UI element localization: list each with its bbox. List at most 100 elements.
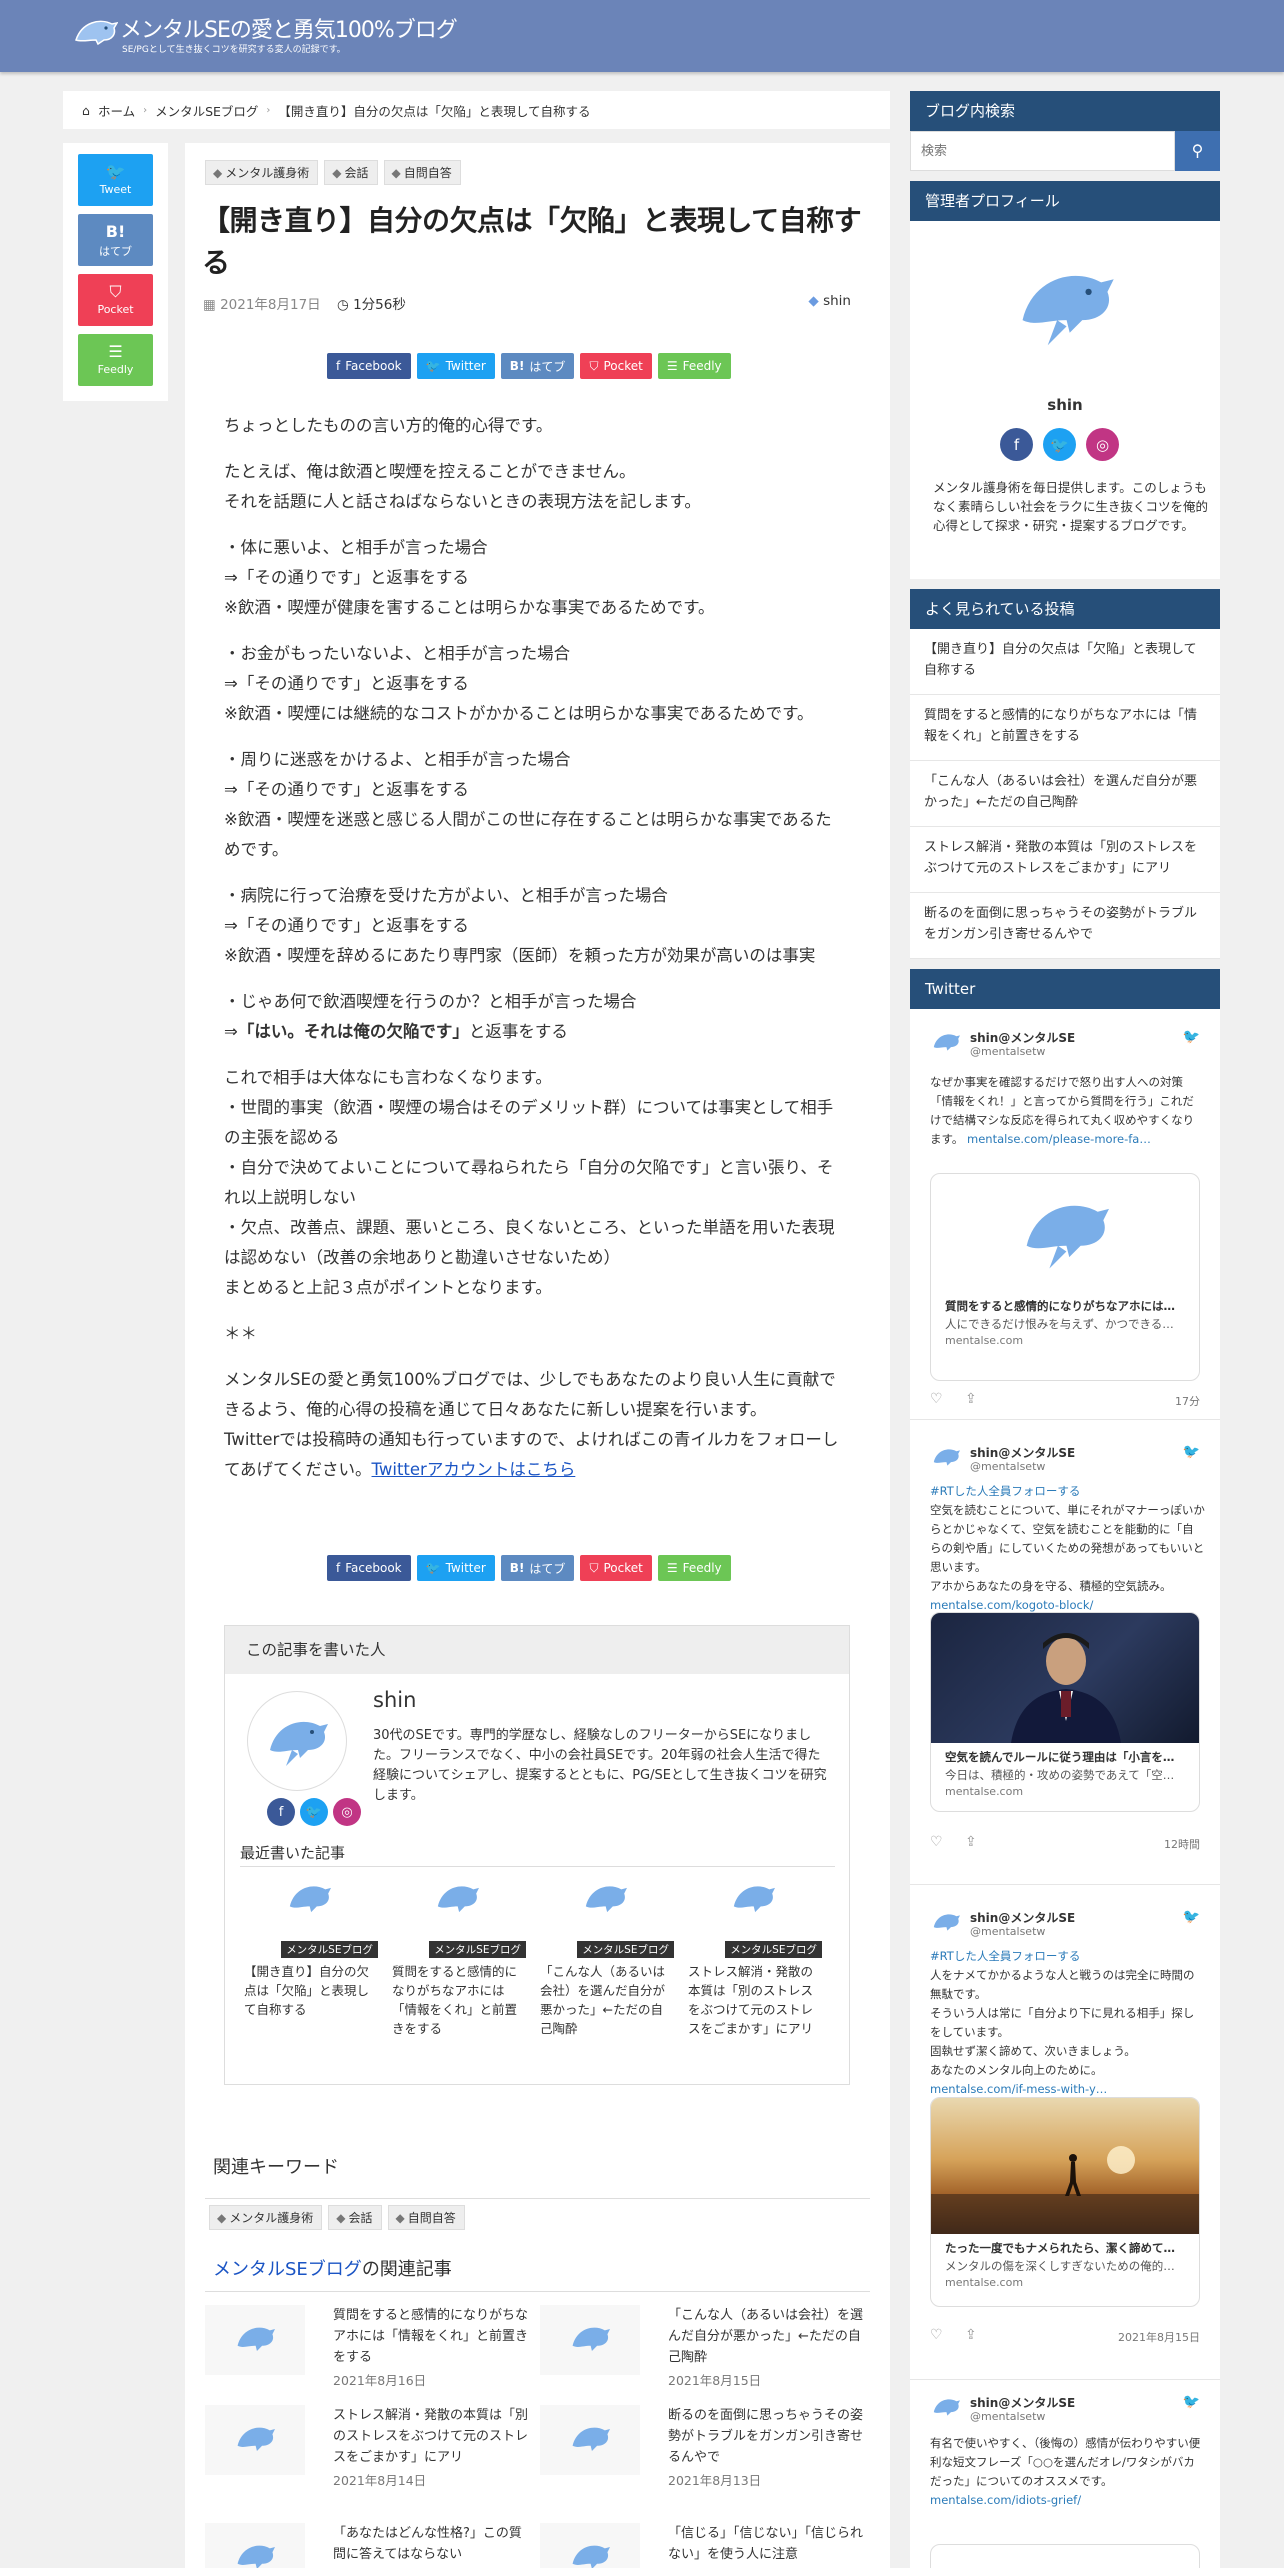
recent-articles-heading: 最近書いた記事: [240, 1844, 346, 1862]
twitter-icon[interactable]: 🐦: [300, 1798, 328, 1826]
twitter-account-link[interactable]: Twitterアカウントはこちら: [372, 1460, 576, 1479]
tweet-text: #RTした人全員フォローする 空気を読むことについて、単にそれがマナーっぽいから…: [930, 1484, 1205, 1612]
like-icon[interactable]: ♡: [930, 1391, 943, 1407]
article-author[interactable]: ◆ shin: [808, 293, 851, 309]
facebook-icon[interactable]: f: [1000, 428, 1033, 461]
popular-post-link[interactable]: ストレス解消・発散の本質は「別のストレスをぶつけて元のストレスをごまかす」にアリ: [910, 827, 1220, 893]
site-subtitle: SE/PGとして生き抜くコツを研究する変人の記録です。: [122, 45, 346, 55]
tweet-author-name[interactable]: shin@メンタルSE: [970, 1029, 1075, 1046]
instagram-icon[interactable]: ◎: [333, 1798, 361, 1826]
share-icon[interactable]: ⇪: [965, 1834, 977, 1850]
breadcrumb-home[interactable]: ホーム: [98, 101, 135, 120]
recent-article-item[interactable]: メンタルSEブログ 【開き直り】自分の欠点は「欠陥」と表現して自称する: [240, 1878, 378, 2021]
tweet-link[interactable]: mentalse.com/idiots-grief/: [930, 2493, 1081, 2507]
article-date: 2021年8月17日: [220, 297, 321, 313]
tweet-link[interactable]: mentalse.com/kogoto-block/: [930, 1598, 1093, 1612]
tweet[interactable]: shin@メンタルSE @mentalsetw 🐦 #RTした人全員フォローする…: [910, 1444, 1220, 1864]
feedly-share-button[interactable]: ☰ Feedly: [78, 334, 153, 386]
twitter-share-button[interactable]: 🐦 Twitter: [416, 1555, 495, 1581]
category-tag[interactable]: ◆ 自問自答: [383, 160, 461, 185]
tweet-time[interactable]: 2021年8月15日: [1118, 2329, 1200, 2345]
keyword-tag[interactable]: ◆ 自問自答: [387, 2205, 465, 2230]
facebook-icon[interactable]: f: [267, 1798, 295, 1826]
paragraph: ・体に悪いよ、と相手が言った場合 ⇒「その通りです」と返事をする ※飲酒・喫煙が健康…: [224, 538, 715, 617]
twitter-share-button[interactable]: 🐦 Twitter: [416, 353, 495, 379]
link-card[interactable]: 空気を読んでルールに従う理由は「小言を… 今日は、積極的・攻めの姿勢であえて「空…: [930, 1612, 1200, 1812]
recent-article-item[interactable]: メンタルSEブログ ストレス解消・発散の本質は「別のストレスをぶつけて元のストレ…: [684, 1878, 822, 2040]
like-icon[interactable]: ♡: [930, 2327, 943, 2343]
search-button[interactable]: ⚲: [1175, 131, 1220, 171]
category-tag[interactable]: ◆ 会話: [324, 160, 378, 185]
card-image: [931, 2098, 1199, 2234]
pocket-share-button[interactable]: ⛉ Pocket: [580, 1555, 652, 1581]
dolphin-icon: [237, 2545, 275, 2568]
instagram-icon[interactable]: ◎: [1086, 428, 1119, 461]
breadcrumb-category[interactable]: メンタルSEブログ: [155, 101, 258, 120]
popular-posts-widget: よく見られている投稿 【開き直り】自分の欠点は「欠陥」と表現して自称する 質問を…: [910, 589, 1220, 959]
dolphin-icon: [237, 2327, 275, 2351]
keyword-tag[interactable]: ◆ メンタル護身術: [209, 2205, 323, 2230]
feedly-share-button[interactable]: ☰ Feedly: [657, 353, 731, 379]
site-title[interactable]: メンタルSEの愛と勇気100%ブログ: [120, 12, 458, 44]
popular-post-link[interactable]: 「こんな人（あるいは会社）を選んだ自分が悪かった」←ただの自己陶酔: [910, 761, 1220, 827]
dolphin-icon: [572, 2427, 610, 2451]
article-meta: ▦ 2021年8月17日 ◷ 1分56秒 ◆ shin: [203, 293, 869, 313]
category-tag[interactable]: ◆ メンタル護身術: [205, 160, 319, 185]
card-url: mentalse.com: [945, 1334, 1024, 1347]
like-icon[interactable]: ♡: [930, 1834, 943, 1850]
related-category-link[interactable]: メンタルSEブログ: [213, 2259, 362, 2280]
facebook-share-button[interactable]: f Facebook: [327, 1555, 411, 1581]
feedly-share-button[interactable]: ☰ Feedly: [657, 1555, 731, 1581]
related-title: 「こんな人（あるいは会社）を選んだ自分が悪かった」←ただの自己陶酔: [668, 2308, 864, 2365]
author-name[interactable]: shin: [373, 1688, 416, 1712]
tweet-link[interactable]: mentalse.com/if-mess-with-y…: [930, 2082, 1107, 2096]
dolphin-icon: [1022, 275, 1114, 346]
recent-article-item[interactable]: メンタルSEブログ 「こんな人（あるいは会社）を選んだ自分が悪かった」←ただの自…: [536, 1878, 674, 2040]
popular-post-link[interactable]: 断るのを面倒に思っちゃうその姿勢がトラブルをガンガン引き寄せるんやで: [910, 893, 1220, 959]
tweet[interactable]: shin@メンタルSE @mentalsetw 🐦 なぜか事実を確認するだけで怒…: [910, 1029, 1220, 1409]
twitter-icon[interactable]: 🐦: [1043, 428, 1076, 461]
tweet-author-name[interactable]: shin@メンタルSE: [970, 1444, 1075, 1461]
pocket-share-button[interactable]: ⛉ Pocket: [580, 353, 652, 379]
tweet-author-name[interactable]: shin@メンタルSE: [970, 1909, 1075, 1926]
hatena-share-button[interactable]: B! はてブ: [500, 1555, 575, 1581]
tweet[interactable]: shin@メンタルSE @mentalsetw 🐦 #RTした人全員フォローする…: [910, 1909, 1220, 2349]
recent-article-title: 【開き直り】自分の欠点は「欠陥」と表現して自称する: [244, 1964, 370, 2017]
tweet-time[interactable]: 17分: [1175, 1393, 1200, 1409]
tweet-handle: @mentalsetw: [970, 2410, 1046, 2423]
search-input[interactable]: [910, 131, 1175, 171]
tweet-share-button[interactable]: 🐦 Tweet: [78, 154, 153, 206]
tweet-author-name[interactable]: shin@メンタルSE: [970, 2394, 1075, 2411]
hashtag-link[interactable]: #RTした人全員フォローする: [930, 1484, 1080, 1498]
divider: [910, 1419, 1220, 1420]
related-title: 断るのを面倒に思っちゃうその姿勢がトラブルをガンガン引き寄せるんやで: [668, 2408, 864, 2465]
hatena-share-button[interactable]: B! はてブ: [500, 353, 575, 379]
pocket-share-button[interactable]: ⛉ Pocket: [78, 274, 153, 326]
profile-avatar[interactable]: [1010, 256, 1120, 360]
recent-article-item[interactable]: メンタルSEブログ 質問をすると感情的になりがちなアホには「情報をくれ」と前置き…: [388, 1878, 526, 2040]
share-icon[interactable]: ⇪: [965, 1391, 977, 1407]
dolphin-icon: [237, 2427, 275, 2451]
paragraph: ・じゃあ何で飲酒喫煙を行うのか？と相手が言った場合 ⇒「はい。それは俺の欠陥です」…: [224, 992, 637, 1041]
tweet-link[interactable]: mentalse.com/please-more-fa…: [967, 1132, 1151, 1146]
dolphin-logo-icon[interactable]: [72, 14, 118, 52]
popular-post-link[interactable]: 質問をすると感情的になりがちなアホには「情報をくれ」と前置きをする: [910, 695, 1220, 761]
hashtag-link[interactable]: #RTした人全員フォローする: [930, 1949, 1080, 1963]
tweet-time[interactable]: 12時間: [1164, 1836, 1200, 1852]
author-avatar[interactable]: [247, 1691, 347, 1791]
paragraph: ・お金がもったいないよ、と相手が言った場合 ⇒「その通りです」と返事をする ※飲酒・…: [224, 644, 814, 723]
facebook-share-button[interactable]: f Facebook: [327, 353, 411, 379]
paragraph: ・病院に行って治療を受けた方がよい、と相手が言った場合 ⇒「その通りです」と返事を…: [224, 886, 816, 965]
vertical-share-bar: 🐦 Tweet B! はてブ ⛉ Pocket ☰ Feedly: [63, 143, 168, 401]
link-card[interactable]: たった一度でもナメられたら、潔く諦めて… メンタルの傷を深くしすぎないための俺的…: [930, 2097, 1200, 2307]
keyword-tag[interactable]: ◆ 会話: [328, 2205, 382, 2230]
hatena-share-button[interactable]: B! はてブ: [78, 214, 153, 266]
link-card[interactable]: [930, 2544, 1200, 2568]
pocket-icon: ⛉: [109, 282, 122, 301]
share-icon[interactable]: ⇪: [965, 2327, 977, 2343]
article-title: 【開き直り】自分の欠点は「欠陥」と表現して自称する: [202, 204, 862, 279]
tweet[interactable]: shin@メンタルSE @mentalsetw 🐦 有名で使いやすく、（後悔の）…: [910, 2394, 1220, 2568]
link-card[interactable]: 質問をすると感情的になりがちなアホには… 人にできるだけ恨みを与えず、かつできる…: [930, 1173, 1200, 1381]
popular-post-link[interactable]: 【開き直り】自分の欠点は「欠陥」と表現して自称する: [910, 629, 1220, 695]
tweet-handle: @mentalsetw: [970, 1460, 1046, 1473]
